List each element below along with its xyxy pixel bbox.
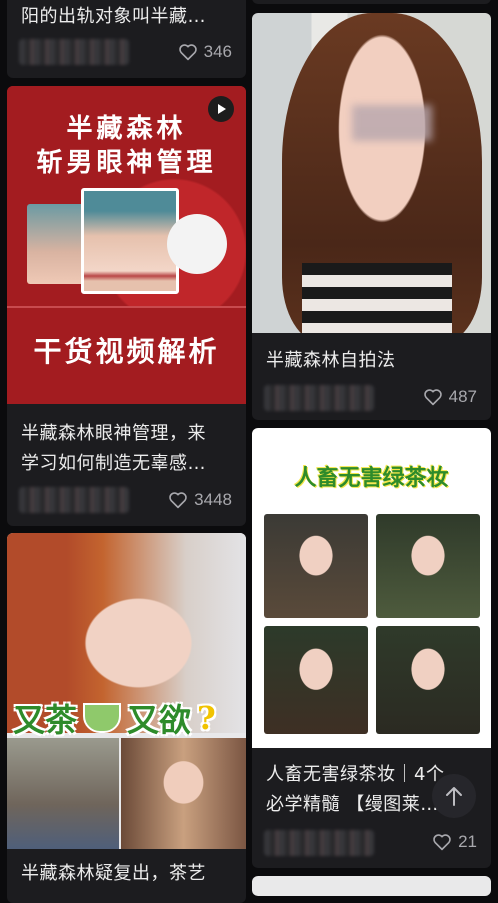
grid-photo-3 bbox=[264, 626, 368, 734]
overlay-question-mark: ? bbox=[197, 699, 216, 737]
feed-card-bottom-right-partial[interactable] bbox=[252, 876, 491, 896]
feed-card-top-left[interactable]: 阳的出轨对象叫半藏… 346 bbox=[7, 0, 246, 78]
overlay-text: 又茶 又欲 ? bbox=[13, 695, 216, 741]
cover-image: 人畜无害绿茶妆 bbox=[252, 428, 491, 748]
banner-line-2: 斩男眼神管理 bbox=[36, 148, 217, 178]
feed-card-eye-management[interactable]: 半藏森林 斩男眼神管理 干货视频解析 半藏森林眼神管理，来 学习如何制造无辜感…… bbox=[7, 86, 246, 526]
card-title: 半藏森林自拍法 bbox=[266, 350, 396, 371]
banner-text: 人畜无害绿茶妆 bbox=[294, 465, 449, 491]
like-count: 346 bbox=[203, 42, 232, 61]
feed-card-top-right[interactable] bbox=[252, 0, 491, 4]
striped-top bbox=[302, 263, 452, 333]
banner-bottom-text: 干货视频解析 bbox=[33, 335, 220, 368]
feed-card-comeback[interactable]: 又茶 又欲 ? 半藏森林疑复出，茶艺 bbox=[7, 533, 246, 903]
face-photo-right bbox=[81, 188, 179, 294]
heart-outline-icon bbox=[178, 44, 197, 61]
cover-image: 又茶 又欲 ? bbox=[7, 533, 246, 849]
scroll-to-top-button[interactable] bbox=[432, 774, 476, 818]
cover-image: 半藏森林 斩男眼神管理 干货视频解析 bbox=[7, 86, 246, 404]
like-counter[interactable]: 21 bbox=[432, 832, 477, 852]
photo-portrait-2 bbox=[121, 738, 246, 849]
overlay-text-a: 又茶 bbox=[13, 701, 78, 739]
card-title-line-2: 学习如何制造无辜感… bbox=[21, 453, 206, 474]
cover-image bbox=[252, 13, 491, 333]
like-count: 21 bbox=[458, 832, 477, 851]
like-counter[interactable]: 346 bbox=[178, 42, 232, 62]
heart-outline-icon bbox=[433, 834, 451, 851]
like-counter[interactable]: 487 bbox=[423, 387, 477, 407]
overlay-text-b: 又欲 bbox=[127, 701, 192, 739]
like-count: 3448 bbox=[194, 490, 232, 509]
divider-line bbox=[7, 306, 246, 308]
face-blur bbox=[352, 105, 432, 141]
author-avatar-blurred[interactable] bbox=[264, 385, 374, 411]
grid-photo-2 bbox=[376, 514, 480, 618]
arrow-up-icon bbox=[446, 787, 462, 806]
feed-card-selfie[interactable]: 半藏森林自拍法 487 bbox=[252, 13, 491, 420]
heart-outline-icon bbox=[423, 389, 442, 406]
card-title: 阳的出轨对象叫半藏… bbox=[21, 6, 206, 27]
author-avatar-blurred[interactable] bbox=[264, 830, 374, 856]
heart-outline-icon bbox=[169, 492, 187, 509]
author-avatar-blurred[interactable] bbox=[19, 39, 129, 65]
card-title-line-1: 半藏森林眼神管理，来 bbox=[21, 423, 206, 444]
like-count: 487 bbox=[448, 387, 477, 406]
grid-photo-1 bbox=[264, 514, 368, 618]
author-avatar-blurred[interactable] bbox=[19, 487, 129, 513]
card-title: 半藏森林疑复出，茶艺 bbox=[21, 863, 206, 884]
photo-back bbox=[7, 738, 119, 849]
like-counter[interactable]: 3448 bbox=[168, 490, 232, 510]
white-circle-decoration bbox=[167, 214, 227, 274]
tea-cup-icon bbox=[83, 703, 122, 733]
play-icon[interactable] bbox=[208, 96, 234, 122]
grid-photo-4 bbox=[376, 626, 480, 734]
